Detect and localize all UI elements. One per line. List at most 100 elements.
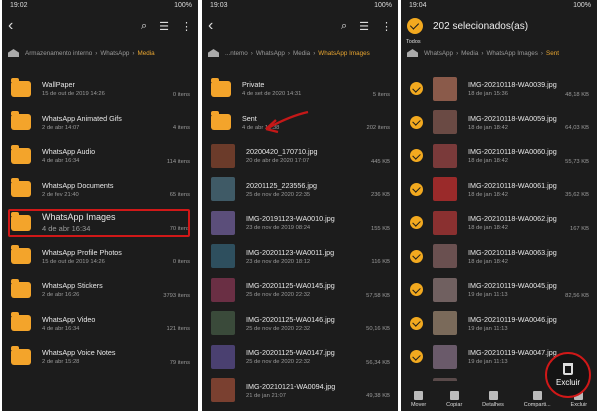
list-item[interactable]: WallPaper 15 de out de 2019 14:26 0 itens	[2, 72, 198, 106]
list-item[interactable]: IMG-20210119-WA0046.jpg 19 de jan 11:13	[401, 307, 597, 341]
folder-icon	[11, 245, 31, 265]
item-name: WhatsApp Video	[42, 314, 96, 324]
move-label: Mover	[410, 402, 427, 408]
list-item[interactable]: IMG-20201125-WA0146.jpg 25 de nov de 2020…	[202, 307, 398, 341]
list-item[interactable]: IMG-20210119-WA0045.jpg 19 de jan 11:13 82…	[401, 273, 597, 307]
item-meta: WallPaper 15 de out de 2019 14:26	[42, 80, 192, 97]
item-name: IMG-20210118-WA0061.jpg	[468, 180, 557, 190]
move-button[interactable]: Mover	[411, 391, 426, 408]
image-thumbnail	[433, 110, 457, 135]
list-item[interactable]: IMG-20210118-WA0062.jpg 18 de jan 18:42 16…	[401, 206, 597, 240]
checkbox-checked-icon[interactable]	[410, 316, 423, 330]
image-thumbnail	[211, 244, 235, 269]
status-bar: 19:02 100%	[2, 0, 198, 12]
image-thumbnail	[433, 210, 457, 235]
item-meta: WhatsApp Profile Photos 15 de out de 2019…	[42, 248, 192, 265]
list-item[interactable]: IMG-20201125-WA0147.jpg 25 de nov de 2020…	[202, 340, 398, 374]
list-item[interactable]: IMG-20210118-WA0061.jpg 18 de jan 18:42 35…	[401, 173, 597, 207]
item-name: IMG-20201123-WA0011.jpg	[246, 247, 335, 257]
image-thumbnail	[433, 143, 457, 168]
crumb-item[interactable]: ...ntemo	[225, 50, 248, 57]
search-icon[interactable]: ⌕	[341, 20, 347, 33]
list-item[interactable]: WhatsApp Video 4 de abr 16:34 121 itens	[2, 307, 198, 341]
delete-highlight-button[interactable]: Excluir	[545, 352, 591, 398]
list-item[interactable]: WhatsApp Audio 4 de abr 16:34 114 itens	[2, 139, 198, 173]
item-name: WhatsApp Stickers	[42, 281, 103, 291]
home-icon[interactable]	[407, 49, 418, 57]
folder-icon	[11, 178, 31, 198]
list-item[interactable]: WhatsApp Voice Notes 2 de abr 15:28 79 ite…	[2, 340, 198, 374]
list-item[interactable]: IMG-20210118-WA0059.jpg 18 de jan 18:42 64…	[401, 106, 597, 140]
checkbox-checked-icon[interactable]	[410, 182, 423, 196]
image-thumbnail	[433, 344, 457, 369]
more-options-icon[interactable]: ⋮	[181, 20, 192, 33]
item-size: 3793 itens	[163, 292, 190, 299]
list-view-icon[interactable]: ☰	[359, 20, 369, 33]
checkbox-checked-icon[interactable]	[410, 350, 423, 364]
list-item[interactable]: 20201125_223556.jpg 25 de nov de 2020 22:…	[202, 173, 398, 207]
details-button[interactable]: Detalhes	[482, 391, 504, 408]
list-item[interactable]: IMG-20210118-WA0063.jpg 18 de jan 18:42	[401, 240, 597, 274]
checkbox-checked-icon[interactable]	[410, 216, 423, 230]
list-item[interactable]: WhatsApp Documents 2 de fev 21:40 65 itens	[2, 173, 198, 207]
folder-icon	[11, 278, 31, 298]
home-icon[interactable]	[8, 49, 19, 57]
list-item[interactable]: IMG-20201125-WA0145.jpg 25 de nov de 2020…	[202, 273, 398, 307]
share-button[interactable]: Comparti...	[524, 391, 551, 408]
item-name: IMG-20191123-WA0010.jpg	[246, 214, 335, 224]
crumb-item[interactable]: WhatsApp	[256, 50, 285, 57]
status-time: 19:04	[409, 2, 427, 9]
folder-icon	[11, 77, 31, 97]
item-size: 445 KB	[370, 158, 390, 165]
checkbox-checked-icon[interactable]	[410, 115, 423, 129]
checkbox-checked-icon[interactable]	[410, 149, 423, 163]
list-item[interactable]: IMG-20210118-WA0060.jpg 18 de jan 18:42 55…	[401, 139, 597, 173]
list-item[interactable]: Private 4 de set de 2020 14:31 5 itens	[202, 72, 398, 106]
folder-icon	[11, 345, 31, 365]
checkbox-checked-icon[interactable]	[410, 283, 423, 297]
crumb-item[interactable]: Media	[293, 50, 310, 57]
folder-icon	[11, 111, 31, 131]
details-label: Detalhes	[482, 402, 504, 408]
item-date: 4 de set de 2020 14:31	[242, 91, 302, 98]
item-size: 82,56 KB	[565, 292, 589, 299]
item-size: 79 itens	[169, 359, 190, 366]
item-size: 50,16 KB	[366, 326, 390, 332]
crumb-item[interactable]: Armazenamento interno	[25, 50, 92, 57]
search-icon[interactable]: ⌕	[141, 20, 147, 33]
item-size: 116 KB	[371, 259, 390, 265]
item-size: 57,58 KB	[366, 292, 390, 299]
crumb-item[interactable]: WhatsApp	[100, 50, 129, 57]
item-name: 20201125_223556.jpg	[246, 180, 318, 190]
list-item[interactable]: IMG-20201123-WA0011.jpg 23 de nov de 2020…	[202, 240, 398, 274]
copy-button[interactable]: Copiar	[446, 391, 462, 408]
checkbox-checked-icon[interactable]	[410, 249, 423, 263]
home-icon[interactable]	[208, 49, 219, 57]
crumb-item[interactable]: WhatsApp	[424, 50, 453, 57]
more-options-icon[interactable]: ⋮	[381, 20, 392, 33]
back-arrow-icon[interactable]: ‹	[8, 17, 26, 35]
list-item[interactable]: 20200420_170710.jpg 20 de abr de 2020 17:…	[202, 139, 398, 173]
list-item[interactable]: WhatsApp Stickers 2 de abr 16:26 3793 iten…	[2, 273, 198, 307]
back-arrow-icon[interactable]: ‹	[208, 17, 226, 35]
list-item[interactable]: IMG-20210121-WA0094.jpg 21 de jan 21:07 49…	[202, 374, 398, 408]
item-name: WhatsApp Profile Photos	[42, 247, 122, 257]
item-meta: IMG-20210118-WA0063.jpg 18 de jan 18:42	[468, 248, 591, 265]
screen-whatsapp-images: 19:03 100% ‹ ⌕ ☰ ⋮ ...ntemo › WhatsApp › Medi…	[202, 0, 398, 411]
list-item[interactable]: IMG-20191123-WA0010.jpg 23 de nov de 2019…	[202, 206, 398, 240]
item-name: IMG-20201125-WA0146.jpg	[246, 314, 335, 324]
item-size: 4 itens	[172, 125, 190, 131]
select-all-label: Todos	[406, 39, 421, 45]
checkbox-checked-icon[interactable]	[410, 82, 423, 96]
list-item[interactable]: WhatsApp Images 4 de abr 16:34 70 itens	[2, 206, 198, 240]
item-date: 15 de out de 2019 14:26	[42, 258, 105, 265]
item-size: 121 itens	[166, 326, 190, 332]
crumb-item[interactable]: Media	[461, 50, 478, 57]
list-item[interactable]: WhatsApp Animated Gifs 2 de abr 14:07 4 it…	[2, 106, 198, 140]
list-item[interactable]: IMG-20210118-WA0039.jpg 18 de jan 15:36 48…	[401, 72, 597, 106]
list-view-icon[interactable]: ☰	[159, 20, 169, 33]
crumb-item[interactable]: WhatsApp Images	[486, 50, 537, 57]
list-item[interactable]: WhatsApp Profile Photos 15 de out de 2019…	[2, 240, 198, 274]
select-all-checkbox[interactable]	[407, 18, 423, 34]
breadcrumb: WhatsApp › Media › WhatsApp Images › Sent	[401, 42, 597, 64]
